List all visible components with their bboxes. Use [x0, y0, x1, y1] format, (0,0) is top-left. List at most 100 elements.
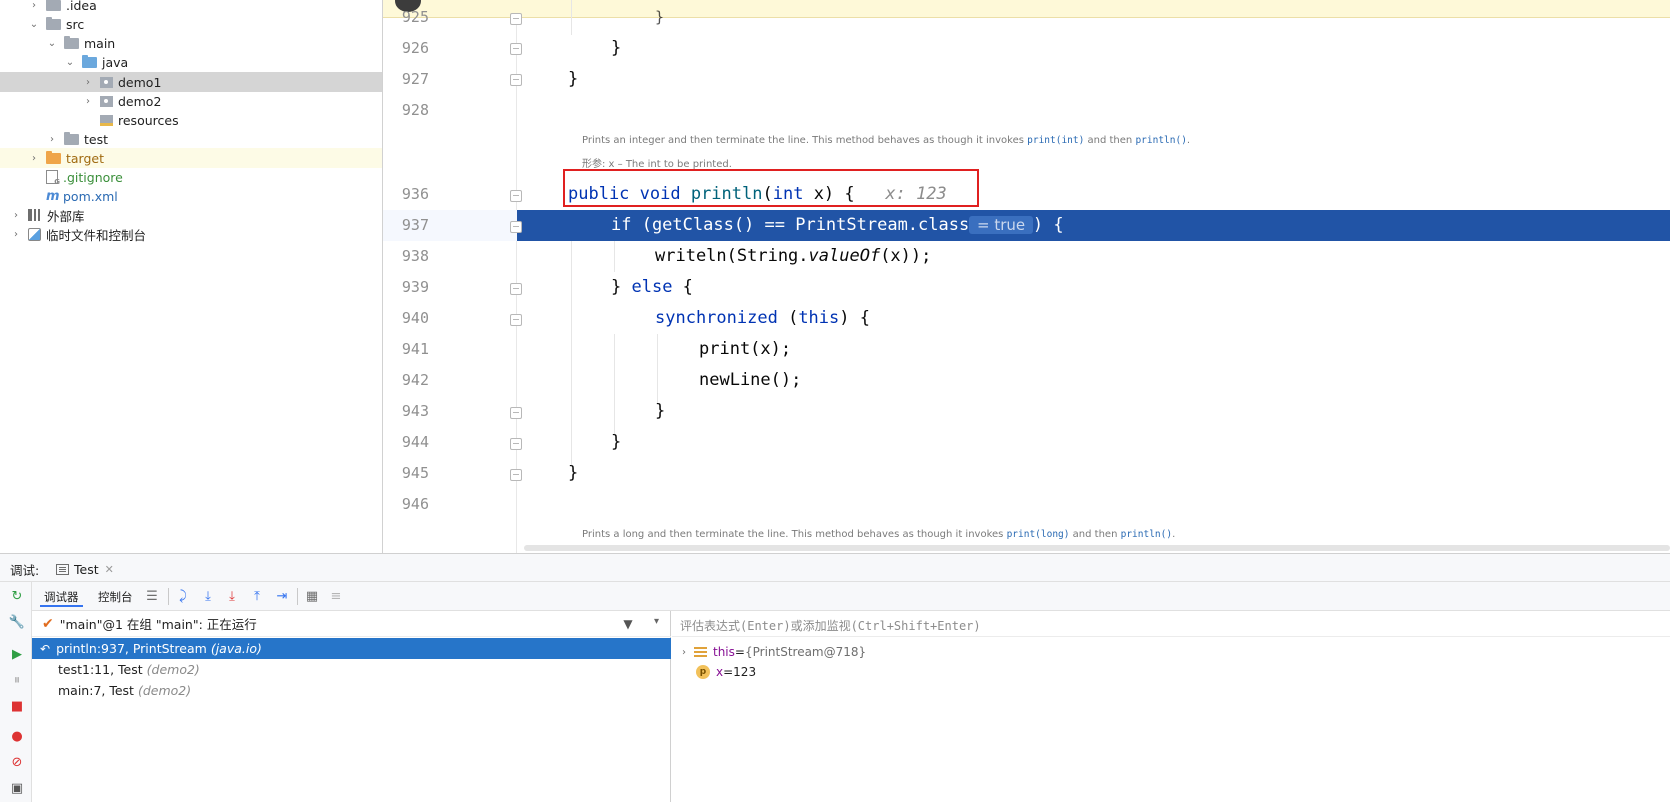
stack-frame[interactable]: main:7, Test (demo2) — [32, 680, 671, 701]
chevron-right-icon[interactable]: › — [28, 152, 40, 164]
tree-item-scratches[interactable]: › 临时文件和控制台 — [0, 224, 382, 244]
tree-item-demo1[interactable]: › demo1 — [0, 72, 382, 92]
gitignore-file-icon — [46, 170, 60, 186]
line-number: 926 — [401, 39, 429, 57]
rerun-icon[interactable]: ↻ — [9, 588, 25, 604]
tree-item-external-libraries[interactable]: › 外部库 — [0, 205, 382, 225]
tree-item-resources[interactable]: resources — [0, 110, 382, 130]
tree-item-src[interactable]: ⌄ src — [0, 14, 382, 34]
chevron-right-icon[interactable]: › — [678, 646, 690, 658]
excluded-folder-icon — [46, 150, 61, 164]
close-icon[interactable]: ✕ — [105, 563, 114, 576]
camera-icon[interactable]: ▣ — [9, 780, 25, 796]
force-step-into-icon[interactable]: ⤓ — [224, 588, 240, 604]
javadoc-println-long: Prints a long and then terminate the lin… — [582, 529, 1176, 540]
run-config-icon — [56, 563, 69, 575]
chevron-down-icon[interactable]: ⌄ — [64, 56, 76, 68]
tree-item-demo2[interactable]: › demo2 — [0, 91, 382, 111]
toolbar-separator — [168, 588, 169, 605]
filter-icon[interactable]: ▼ — [621, 617, 635, 631]
chevron-down-icon[interactable]: ⌄ — [46, 37, 58, 49]
scratches-icon — [28, 227, 41, 241]
chevron-right-icon[interactable]: › — [82, 95, 94, 107]
frames-panel: ✔ "main"@1 在组 "main": 正在运行 ▼ ▾ ↶ println… — [32, 611, 671, 802]
doc-link[interactable]: println() — [1135, 135, 1186, 146]
resume-icon[interactable]: ▶ — [9, 646, 25, 662]
evaluate-expression-input[interactable]: 评估表达式(Enter)或添加监视(Ctrl+Shift+Enter) — [672, 611, 1670, 637]
trace-stream-icon[interactable]: ≡ — [328, 588, 344, 604]
chevron-right-icon[interactable]: › — [82, 76, 94, 88]
step-over-icon[interactable]: ⤸ — [175, 588, 191, 604]
fold-marker-icon[interactable] — [510, 74, 522, 86]
tab-console[interactable]: 控制台 — [94, 587, 137, 607]
source-folder-icon — [82, 54, 97, 68]
indent-guide — [571, 0, 572, 35]
debug-session-tab[interactable]: Test ✕ — [56, 559, 114, 579]
run-to-cursor-icon[interactable]: ⇥ — [274, 588, 290, 604]
fold-marker-icon[interactable] — [510, 283, 522, 295]
doc-link[interactable]: print(int) — [1027, 135, 1084, 146]
fold-marker-icon[interactable] — [510, 438, 522, 450]
indent-guide — [657, 334, 658, 403]
stack-frame[interactable]: test1:11, Test (demo2) — [32, 659, 671, 680]
highlight-annotation-box — [563, 169, 979, 207]
evaluate-expression-icon[interactable]: ▦ — [304, 588, 320, 604]
code-line-927: } — [568, 69, 579, 89]
view-breakpoints-icon[interactable]: ● — [9, 728, 25, 744]
fold-marker-icon[interactable] — [510, 314, 522, 326]
variable-row[interactable]: › this = {PrintStream@718} — [678, 642, 866, 662]
chevron-right-icon[interactable]: › — [46, 133, 58, 145]
chevron-down-icon[interactable]: ▾ — [654, 616, 659, 627]
debugger-toolbar: 调试器 控制台 ☰ ⤸ ⤓ ⤓ ⤒ ⇥ ▦ ≡ — [32, 582, 1670, 611]
step-into-icon[interactable]: ⤓ — [200, 588, 216, 604]
line-number: 937 — [401, 216, 429, 234]
code-line-945: } — [568, 463, 579, 483]
code-line-941: print(x); — [699, 339, 792, 359]
tree-item-test[interactable]: › test — [0, 129, 382, 149]
variable-row[interactable]: p x = 123 — [696, 662, 756, 682]
tree-item-idea[interactable]: › .idea — [0, 0, 382, 15]
tree-item-pom[interactable]: m pom.xml — [0, 186, 382, 206]
pause-icon[interactable]: ⏸ — [9, 672, 25, 688]
chevron-down-icon[interactable]: ⌄ — [28, 18, 40, 30]
tree-item-java[interactable]: ⌄ java — [0, 52, 382, 72]
chevron-right-icon[interactable]: › — [28, 0, 40, 11]
tree-item-main[interactable]: ⌄ main — [0, 33, 382, 53]
object-icon — [694, 646, 707, 658]
code-line-940: synchronized (this) { — [655, 308, 870, 328]
resources-folder-icon — [100, 114, 113, 126]
step-out-icon[interactable]: ⤒ — [249, 588, 265, 604]
line-number: 944 — [401, 433, 429, 451]
stack-frame[interactable]: ↶ println:937, PrintStream (java.io) — [32, 638, 671, 659]
fold-marker-icon[interactable] — [510, 469, 522, 481]
mute-breakpoints-icon[interactable]: ⊘ — [9, 754, 25, 770]
project-tree: › .idea ⌄ src ⌄ main ⌄ java › demo1 › de… — [0, 0, 383, 553]
line-number: 927 — [401, 70, 429, 88]
thread-selector[interactable]: ✔ "main"@1 在组 "main": 正在运行 ▼ ▾ — [32, 611, 671, 637]
fold-marker-icon[interactable] — [510, 221, 522, 233]
doc-link[interactable]: println() — [1121, 529, 1172, 540]
code-line-938: writeln(String.valueOf(x)); — [655, 246, 932, 266]
doc-link[interactable]: print(long) — [1007, 529, 1070, 540]
debug-side-toolbar: ↻ 🔧 ▶ ⏸ ■ ● ⊘ ▣ — [0, 582, 32, 802]
stop-icon[interactable]: ■ — [9, 698, 25, 714]
layout-menu-icon[interactable]: ☰ — [144, 588, 160, 604]
chevron-right-icon[interactable]: › — [10, 209, 22, 221]
line-number: 928 — [401, 101, 429, 119]
fold-marker-icon[interactable] — [510, 43, 522, 55]
tree-item-gitignore[interactable]: .gitignore — [0, 167, 382, 187]
fold-marker-icon[interactable] — [510, 407, 522, 419]
fold-marker-icon[interactable] — [510, 190, 522, 202]
tree-item-target[interactable]: › target — [0, 148, 382, 168]
wrench-icon[interactable]: 🔧 — [9, 614, 25, 630]
folder-icon — [46, 16, 61, 30]
fold-marker-icon[interactable] — [510, 13, 522, 25]
code-line-944: } — [611, 432, 622, 452]
code-line-939: } else { — [611, 277, 693, 297]
line-number: 941 — [401, 340, 429, 358]
chevron-right-icon[interactable]: › — [10, 228, 22, 240]
line-number: 940 — [401, 309, 429, 327]
line-number: 943 — [401, 402, 429, 420]
horizontal-scrollbar[interactable] — [524, 545, 1670, 551]
tab-debugger[interactable]: 调试器 — [40, 587, 83, 607]
